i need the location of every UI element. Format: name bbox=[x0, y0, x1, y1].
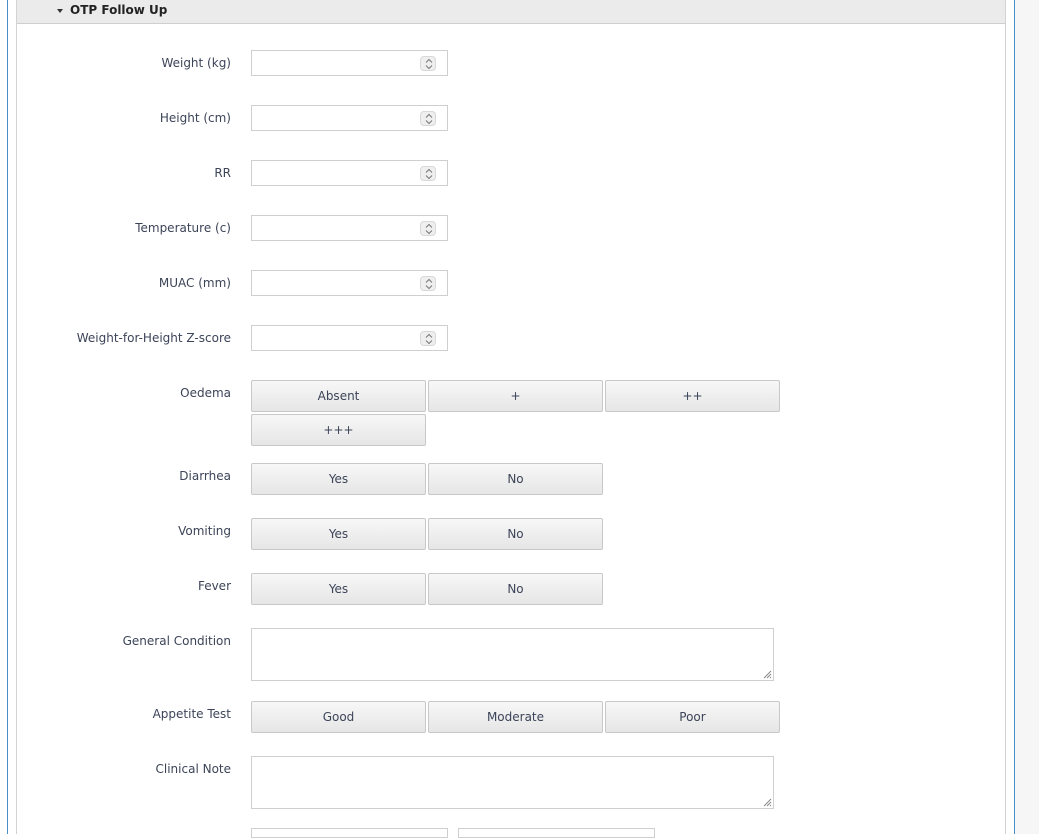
temperature-label: Temperature (c) bbox=[135, 221, 231, 235]
diarrhea-yes-button[interactable]: Yes bbox=[251, 463, 426, 495]
resize-grip-icon[interactable] bbox=[762, 669, 772, 679]
whz-label: Weight-for-Height Z-score bbox=[76, 331, 231, 345]
fever-no-button[interactable]: No bbox=[428, 573, 603, 605]
next-field-input-secondary[interactable] bbox=[458, 828, 655, 838]
oedema-label: Oedema bbox=[180, 386, 231, 400]
caret-down-icon[interactable] bbox=[57, 9, 63, 13]
oedema-plus-plus-button[interactable]: ++ bbox=[605, 380, 780, 412]
appetite-poor-button[interactable]: Poor bbox=[605, 701, 780, 733]
rr-label: RR bbox=[214, 166, 231, 180]
oedema-plus-plus-plus-button[interactable]: +++ bbox=[251, 414, 426, 446]
general-condition-label: General Condition bbox=[122, 634, 231, 648]
resize-grip-icon[interactable] bbox=[762, 797, 772, 807]
vomiting-label: Vomiting bbox=[178, 524, 231, 538]
next-field-input[interactable] bbox=[251, 828, 448, 838]
clinical-note-label: Clinical Note bbox=[155, 762, 232, 776]
appetite-good-button[interactable]: Good bbox=[251, 701, 426, 733]
weight-label: Weight (kg) bbox=[161, 56, 231, 70]
fever-label: Fever bbox=[197, 579, 231, 593]
up-down-chevron-icon[interactable] bbox=[420, 111, 436, 126]
appetite-test-label: Appetite Test bbox=[152, 707, 231, 721]
general-condition-textarea[interactable] bbox=[251, 628, 774, 681]
oedema-absent-button[interactable]: Absent bbox=[251, 380, 426, 412]
section-title: OTP Follow Up bbox=[70, 3, 168, 17]
section-header[interactable]: OTP Follow Up bbox=[17, 0, 1005, 24]
container-border-left bbox=[7, 0, 8, 834]
diarrhea-no-button[interactable]: No bbox=[428, 463, 603, 495]
up-down-chevron-icon[interactable] bbox=[420, 221, 436, 236]
vomiting-yes-button[interactable]: Yes bbox=[251, 518, 426, 550]
fever-yes-button[interactable]: Yes bbox=[251, 573, 426, 605]
muac-input[interactable] bbox=[251, 270, 448, 296]
height-input[interactable] bbox=[251, 105, 448, 131]
rr-input[interactable] bbox=[251, 160, 448, 186]
height-label: Height (cm) bbox=[159, 111, 231, 125]
up-down-chevron-icon[interactable] bbox=[420, 276, 436, 291]
vomiting-no-button[interactable]: No bbox=[428, 518, 603, 550]
whz-input[interactable] bbox=[251, 325, 448, 351]
clinical-note-textarea[interactable] bbox=[251, 756, 774, 809]
up-down-chevron-icon[interactable] bbox=[420, 56, 436, 71]
scrollbar-track[interactable] bbox=[1015, 0, 1039, 834]
appetite-moderate-button[interactable]: Moderate bbox=[428, 701, 603, 733]
up-down-chevron-icon[interactable] bbox=[420, 166, 436, 181]
up-down-chevron-icon[interactable] bbox=[420, 331, 436, 346]
diarrhea-label: Diarrhea bbox=[179, 469, 231, 483]
weight-input[interactable] bbox=[251, 50, 448, 76]
muac-label: MUAC (mm) bbox=[158, 276, 231, 290]
oedema-plus-button[interactable]: + bbox=[428, 380, 603, 412]
temperature-input[interactable] bbox=[251, 215, 448, 241]
